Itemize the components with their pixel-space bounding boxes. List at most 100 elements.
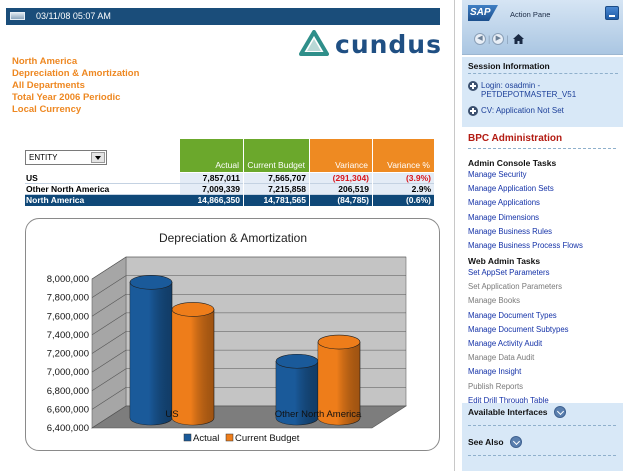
see-also-header[interactable]: See Also <box>468 436 522 448</box>
manage-books-link: Manage Books <box>468 296 521 306</box>
bar-top <box>129 275 173 290</box>
bar-top <box>275 353 319 369</box>
divider <box>468 148 616 149</box>
report-title-bar: 03/11/08 05:07 AM <box>6 8 440 25</box>
available-interfaces-label: Available Interfaces <box>468 407 548 417</box>
web-admin-tasks: Web Admin Tasks Set AppSet Parameters Se… <box>468 256 618 408</box>
cell-actual: 7,009,339 <box>180 184 243 195</box>
chart-title: Depreciation & Amortization <box>159 231 307 245</box>
y-tick-label: 7,400,000 <box>47 330 89 341</box>
login-link[interactable]: Login: osadmin - PETDEPOTMASTER_V51 <box>468 81 618 99</box>
table-row-total[interactable]: North America 14,866,350 14,781,565 (84,… <box>25 195 434 206</box>
bar-shading <box>172 309 214 425</box>
chevron-down-icon[interactable] <box>553 406 566 418</box>
forward-arrow-icon[interactable]: ▶ <box>492 33 505 45</box>
navigation-buttons: ◀ | ▶ | <box>474 32 524 46</box>
cv-text: CV: Application Not Set <box>481 106 564 115</box>
cell-budget: 7,215,858 <box>244 184 309 195</box>
y-tick-label: 7,600,000 <box>47 311 89 322</box>
manage-insight-link[interactable]: Manage Insight <box>468 365 618 379</box>
session-section: Session Information Login: osadmin - PET… <box>468 61 618 116</box>
chevron-down-icon[interactable] <box>91 152 105 163</box>
table-row[interactable]: Other North America 7,009,339 7,215,858 … <box>25 184 434 195</box>
cell-budget: 7,565,707 <box>244 173 309 184</box>
report-header: North America Depreciation & Amortizatio… <box>12 56 139 116</box>
task-group-title: Admin Console Tasks <box>468 158 557 168</box>
cell-variance: 206,519 <box>310 184 372 195</box>
y-tick-label: 6,600,000 <box>47 404 89 415</box>
expand-plus-icon <box>468 106 478 116</box>
cell-actual: 14,866,350 <box>180 195 243 206</box>
cundus-logo: cundus <box>299 30 449 59</box>
y-tick-label: 7,800,000 <box>47 293 89 304</box>
available-interfaces-header[interactable]: Available Interfaces <box>468 406 566 418</box>
see-also-label: See Also <box>468 437 504 447</box>
x-tick-label: US <box>165 409 178 420</box>
row-label: US <box>25 173 180 184</box>
manage-activity-audit-link[interactable]: Manage Activity Audit <box>468 337 618 351</box>
manage-data-audit-link: Manage Data Audit <box>468 353 535 363</box>
manage-business-rules-link[interactable]: Manage Business Rules <box>468 225 618 239</box>
cell-variance: (291,304) <box>310 173 372 184</box>
login-text: Login: osadmin - PETDEPOTMASTER_V51 <box>481 81 577 99</box>
y-tick-label: 8,000,000 <box>47 274 89 285</box>
home-icon[interactable] <box>512 34 524 44</box>
header-line: Local Currency <box>12 104 82 115</box>
column-header-variance-pct: Variance % <box>373 139 434 172</box>
y-tick-label: 7,000,000 <box>47 367 89 378</box>
bar-top <box>171 302 215 317</box>
header-line: Depreciation & Amortization <box>12 68 140 79</box>
back-arrow-icon[interactable]: ◀ <box>474 33 486 45</box>
cell-actual: 7,857,011 <box>180 173 243 184</box>
x-tick-label: Other North America <box>275 409 362 420</box>
bar-top <box>317 334 361 350</box>
cell-variance-pct: 2.9% <box>373 184 434 195</box>
admin-console-tasks: Admin Console Tasks Manage Security Mana… <box>468 158 618 253</box>
cell-variance-pct: (0.6%) <box>373 195 434 206</box>
manage-security-link[interactable]: Manage Security <box>468 168 618 182</box>
manage-document-subtypes-link[interactable]: Manage Document Subtypes <box>468 323 618 337</box>
manage-applications-link[interactable]: Manage Applications <box>468 196 618 210</box>
legend-label: Current Budget <box>235 433 300 444</box>
report-timestamp: 03/11/08 05:07 AM <box>36 11 111 21</box>
entity-dropdown[interactable]: ENTITY <box>25 150 107 165</box>
legend-label: Actual <box>193 433 219 444</box>
y-tick-label: 6,400,000 <box>47 423 89 434</box>
separator: | <box>488 34 491 44</box>
bpc-administration-title: BPC Administration <box>468 133 563 144</box>
logo-wordmark: cundus <box>335 30 442 59</box>
y-tick-label: 6,800,000 <box>47 386 89 397</box>
legend-swatch <box>225 433 234 442</box>
action-pane-title: Action Pane <box>510 10 551 19</box>
row-label: Other North America <box>25 184 180 195</box>
bar-chart: Depreciation & Amortization 8,000,000 7,80… <box>47 231 408 444</box>
publish-reports-link: Publish Reports <box>468 381 524 391</box>
bar-shading <box>130 282 172 425</box>
manage-dimensions-link[interactable]: Manage Dimensions <box>468 211 618 225</box>
minimize-button[interactable] <box>605 6 619 20</box>
manage-business-process-flows-link[interactable]: Manage Business Process Flows <box>468 239 618 253</box>
cell-budget: 14,781,565 <box>244 195 309 206</box>
column-header-variance: Variance <box>310 139 372 172</box>
table-row[interactable]: US 7,857,011 7,565,707 (291,304) (3.9%) <box>25 173 434 184</box>
sap-logo: SAP <box>468 5 498 21</box>
header-line: Total Year 2006 Periodic <box>12 92 121 103</box>
cell-variance: (84,785) <box>310 195 372 206</box>
column-header-actual: Actual <box>180 139 243 172</box>
manage-document-types-link[interactable]: Manage Document Types <box>468 309 618 323</box>
set-appset-parameters-link[interactable]: Set AppSet Parameters <box>468 266 618 280</box>
divider <box>468 73 618 74</box>
cv-link[interactable]: CV: Application Not Set <box>468 106 618 116</box>
section-title: Session Information <box>468 61 550 71</box>
divider <box>468 455 616 456</box>
legend-swatch <box>183 433 192 442</box>
chevron-down-icon[interactable] <box>509 436 522 448</box>
y-tick-label: 7,200,000 <box>47 349 89 360</box>
divider <box>468 425 616 426</box>
task-group-title: Web Admin Tasks <box>468 256 541 266</box>
set-application-parameters-link: Set Application Parameters <box>468 282 563 292</box>
manage-application-sets-link[interactable]: Manage Application Sets <box>468 182 618 196</box>
column-header-current-budget: Current Budget <box>244 139 309 172</box>
action-pane-header: SAP Action Pane ◀ | ▶ | <box>462 0 623 55</box>
window-icon <box>10 12 25 20</box>
